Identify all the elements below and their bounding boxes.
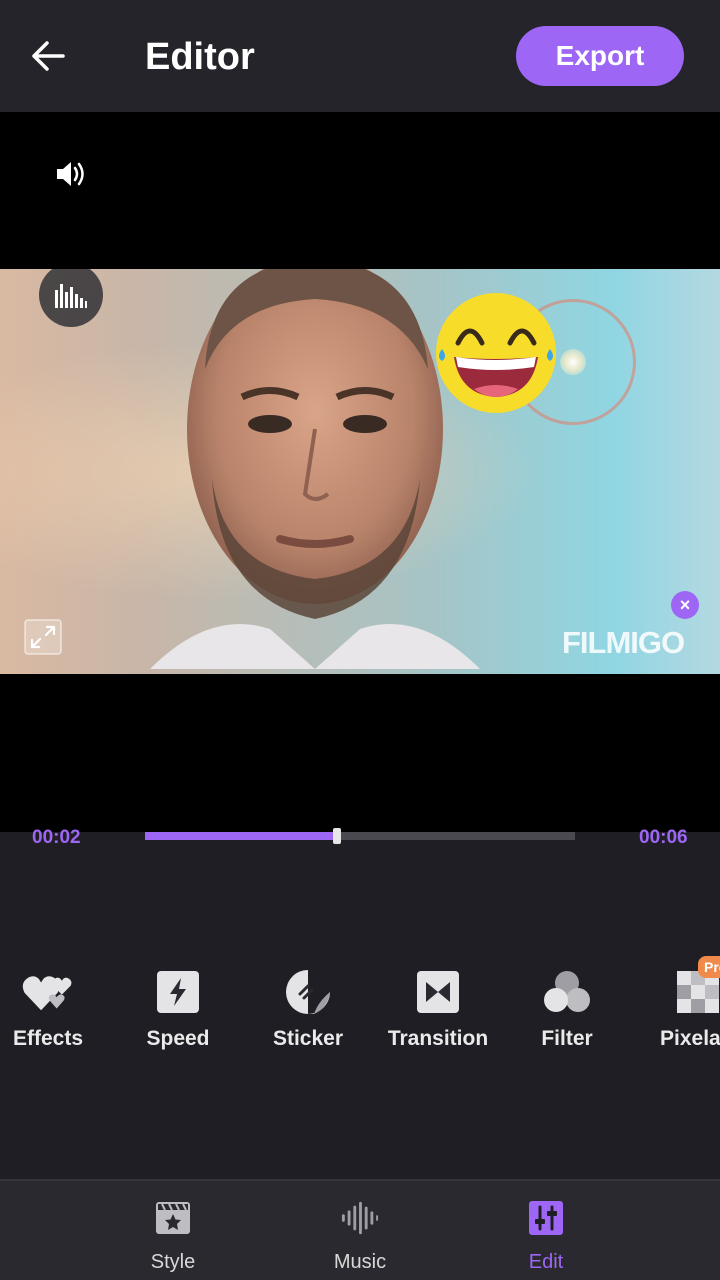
tool-label: Transition (387, 1027, 489, 1050)
nav-label: Music (333, 1251, 387, 1273)
tool-label: Effects (12, 1027, 84, 1050)
audio-visualizer-button[interactable] (39, 269, 103, 327)
back-button[interactable] (22, 30, 74, 82)
tool-pixelate[interactable]: Pixelate (632, 966, 720, 1056)
video-frame[interactable]: × FILMIGO (0, 269, 720, 674)
transition-icon (412, 966, 464, 1018)
tool-effects[interactable]: Effects (0, 966, 113, 1056)
tool-transition[interactable]: Transition (373, 966, 503, 1056)
expand-icon (24, 619, 62, 655)
nav-label: Style (150, 1251, 196, 1273)
waveform-icon (341, 1199, 379, 1237)
watermark-text: FILMIGO (562, 625, 685, 660)
equalizer-icon (55, 284, 87, 308)
tool-label: Pixelate (660, 1027, 720, 1050)
filter-circles-icon (541, 966, 593, 1018)
bottom-navigation: Style Music Edit (0, 1179, 720, 1280)
speaker-icon (57, 162, 84, 186)
seek-bar[interactable] (145, 828, 575, 844)
arrow-left-icon (32, 41, 65, 71)
lightning-icon (152, 966, 204, 1018)
total-time: 00:06 (639, 827, 688, 848)
laughing-emoji-sticker[interactable] (434, 291, 558, 415)
seek-progress (145, 832, 338, 840)
fullscreen-button[interactable] (24, 619, 62, 655)
tool-speed[interactable]: Speed (113, 966, 243, 1056)
volume-button[interactable] (50, 156, 92, 192)
nav-music[interactable]: Music (280, 1181, 440, 1280)
sticker-icon (282, 966, 334, 1018)
person-portrait-image (150, 269, 480, 669)
current-time: 00:02 (32, 827, 81, 848)
nav-edit[interactable]: Edit (466, 1181, 626, 1280)
export-button[interactable]: Export (516, 26, 684, 86)
tool-label: Speed (146, 1027, 210, 1050)
pro-badge: Pro (698, 956, 720, 978)
page-title: Editor (145, 36, 255, 78)
video-preview[interactable]: × FILMIGO (0, 112, 720, 832)
sliders-icon (527, 1199, 565, 1237)
flare-highlight (560, 349, 586, 375)
top-bar: Editor Export (0, 0, 720, 112)
hearts-icon (22, 966, 74, 1018)
tool-label: Sticker (272, 1027, 344, 1050)
tool-filter[interactable]: Filter (502, 966, 632, 1056)
seek-handle[interactable] (333, 828, 342, 844)
remove-watermark-button[interactable]: × (671, 591, 699, 619)
nav-style[interactable]: Style (93, 1181, 253, 1280)
clapperboard-star-icon (154, 1199, 192, 1237)
tool-sticker[interactable]: Sticker (243, 966, 373, 1056)
tool-label: Filter (541, 1027, 593, 1050)
nav-label: Edit (528, 1251, 564, 1273)
